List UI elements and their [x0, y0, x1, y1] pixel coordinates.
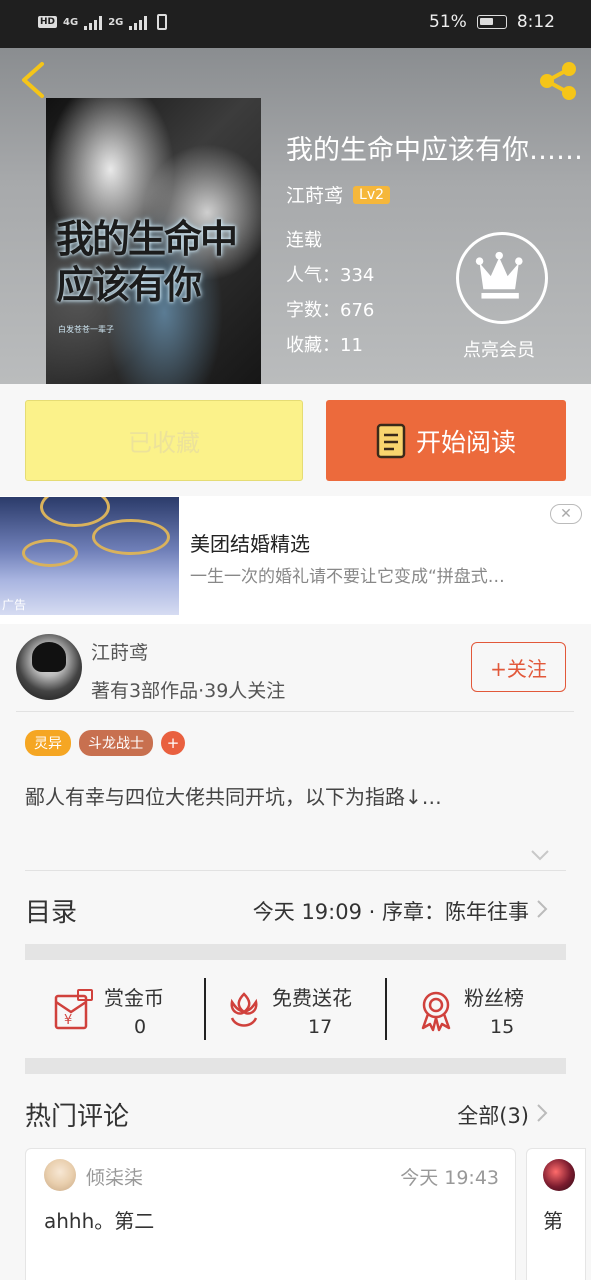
start-reading-button[interactable]: 开始阅读	[326, 400, 566, 481]
book-word-count: 字数：676	[286, 300, 375, 321]
signal-icon	[84, 14, 103, 30]
share-icon[interactable]	[535, 58, 581, 104]
book-status: 连载	[286, 230, 322, 251]
stat-value: 0	[134, 1016, 147, 1038]
section-separator	[25, 944, 566, 960]
stat-reward-coins[interactable]: ¥ 赏金币 0	[52, 978, 192, 1044]
chevron-right-icon[interactable]	[536, 1103, 548, 1123]
red-envelope-icon: ¥	[54, 989, 93, 1030]
stat-value: 17	[308, 1016, 333, 1038]
book-title: 我的生命中应该有你……	[286, 135, 583, 166]
commenter-name[interactable]: 倾柒柒	[86, 1163, 143, 1190]
all-comments-link[interactable]: 全部(3)	[457, 1100, 529, 1130]
expand-chevron-icon[interactable]	[530, 848, 550, 862]
comment-card[interactable]: 第	[526, 1148, 586, 1280]
ad-image: 广告	[0, 497, 179, 615]
ad-title: 美团结婚精选	[190, 532, 310, 556]
author-card-stats: 著有3部作品·39人关注	[91, 680, 286, 702]
commenter-avatar[interactable]	[44, 1159, 76, 1191]
member-button[interactable]	[456, 232, 548, 324]
back-icon[interactable]	[18, 60, 48, 100]
cover-subtitle: 白发苍苍一辈子	[58, 325, 114, 334]
stat-divider	[204, 978, 206, 1040]
comment-text: 第	[543, 1209, 563, 1233]
crown-icon	[475, 251, 523, 299]
ad-banner[interactable]: 广告 美团结婚精选 一生一次的婚礼请不要让它变成“拼盘式…	[0, 496, 591, 624]
stat-label: 免费送花	[272, 986, 352, 1010]
stat-label: 粉丝榜	[464, 986, 524, 1010]
section-separator	[25, 1058, 566, 1074]
book-popularity: 人气：334	[286, 265, 375, 286]
author-avatar[interactable]	[16, 634, 82, 700]
tag-item[interactable]: 斗龙战士	[79, 730, 153, 756]
follow-button[interactable]: +关注	[471, 642, 566, 692]
battery-icon	[476, 15, 507, 29]
stat-divider	[385, 978, 387, 1040]
status-left: HD 4G 2G	[38, 14, 168, 30]
hd-icon: HD	[38, 16, 58, 28]
comment-card[interactable]: 倾柒柒 今天 19:43 ahhh。第二	[25, 1148, 516, 1280]
ad-description: 一生一次的婚礼请不要让它变成“拼盘式…	[190, 567, 505, 587]
status-right: 51% 8:12	[429, 12, 555, 32]
ad-decoration	[22, 539, 78, 567]
chevron-right-icon[interactable]	[536, 899, 548, 919]
vibrate-icon	[157, 14, 168, 30]
comment-text: ahhh。第二	[44, 1209, 155, 1233]
ad-close-icon[interactable]: ✕	[550, 504, 582, 524]
book-intro: 鄙人有幸与四位大佬共同开坑，以下为指路↓…	[25, 785, 442, 809]
commenter-avatar[interactable]	[543, 1159, 575, 1191]
hot-comments-title: 热门评论	[25, 1102, 130, 1132]
stat-value: 15	[490, 1016, 515, 1038]
book-favorites: 收藏：11	[286, 335, 363, 356]
author-name[interactable]: 江莳鸢	[286, 181, 343, 208]
flower-icon	[230, 992, 258, 1027]
author-level-badge: Lv2	[353, 185, 391, 204]
collected-button[interactable]: 已收藏	[25, 400, 303, 481]
ad-decoration	[92, 519, 170, 555]
divider	[16, 711, 574, 712]
svg-text:¥: ¥	[64, 1013, 72, 1028]
book-cover[interactable]: 我的生命中应该有你 白发苍苍一辈子	[46, 98, 261, 384]
medal-icon	[421, 991, 451, 1032]
book-icon	[376, 423, 406, 458]
battery-percent: 51%	[429, 12, 467, 32]
clock: 8:12	[516, 12, 555, 32]
network-2g-label: 2G	[108, 16, 124, 28]
comment-time: 今天 19:43	[400, 1167, 499, 1189]
tag-list: 灵异 斗龙战士 +	[25, 730, 185, 756]
author-card-name: 江莳鸢	[91, 642, 149, 664]
start-reading-label: 开始阅读	[415, 427, 516, 457]
divider	[25, 870, 566, 871]
stat-fan-ranking[interactable]: 粉丝榜 15	[414, 978, 554, 1044]
stat-free-flowers[interactable]: 免费送花 17	[222, 978, 382, 1044]
add-tag-button[interactable]: +	[161, 731, 185, 755]
author-line: 江莳鸢 Lv2	[286, 181, 391, 208]
signal-icon-2	[129, 14, 148, 30]
tag-item[interactable]: 灵异	[25, 730, 71, 756]
stat-label: 赏金币	[104, 986, 164, 1010]
ad-tag: 广告	[2, 598, 27, 612]
ad-decoration	[40, 497, 110, 527]
member-label: 点亮会员	[463, 340, 535, 361]
book-header: 我的生命中应该有你 白发苍苍一辈子 我的生命中应该有你…… 江莳鸢 Lv2 连载…	[0, 48, 591, 384]
toc-latest-chapter[interactable]: 今天 19:09 · 序章：陈年往事	[253, 896, 529, 926]
author-card[interactable]: 江莳鸢 著有3部作品·39人关注 +关注	[0, 624, 591, 712]
network-4g-label: 4G	[63, 16, 79, 28]
cover-title-text: 我的生命中应该有你	[56, 216, 238, 307]
toc-label[interactable]: 目录	[25, 892, 77, 929]
status-bar: HD 4G 2G 51% 8:12	[0, 0, 591, 48]
